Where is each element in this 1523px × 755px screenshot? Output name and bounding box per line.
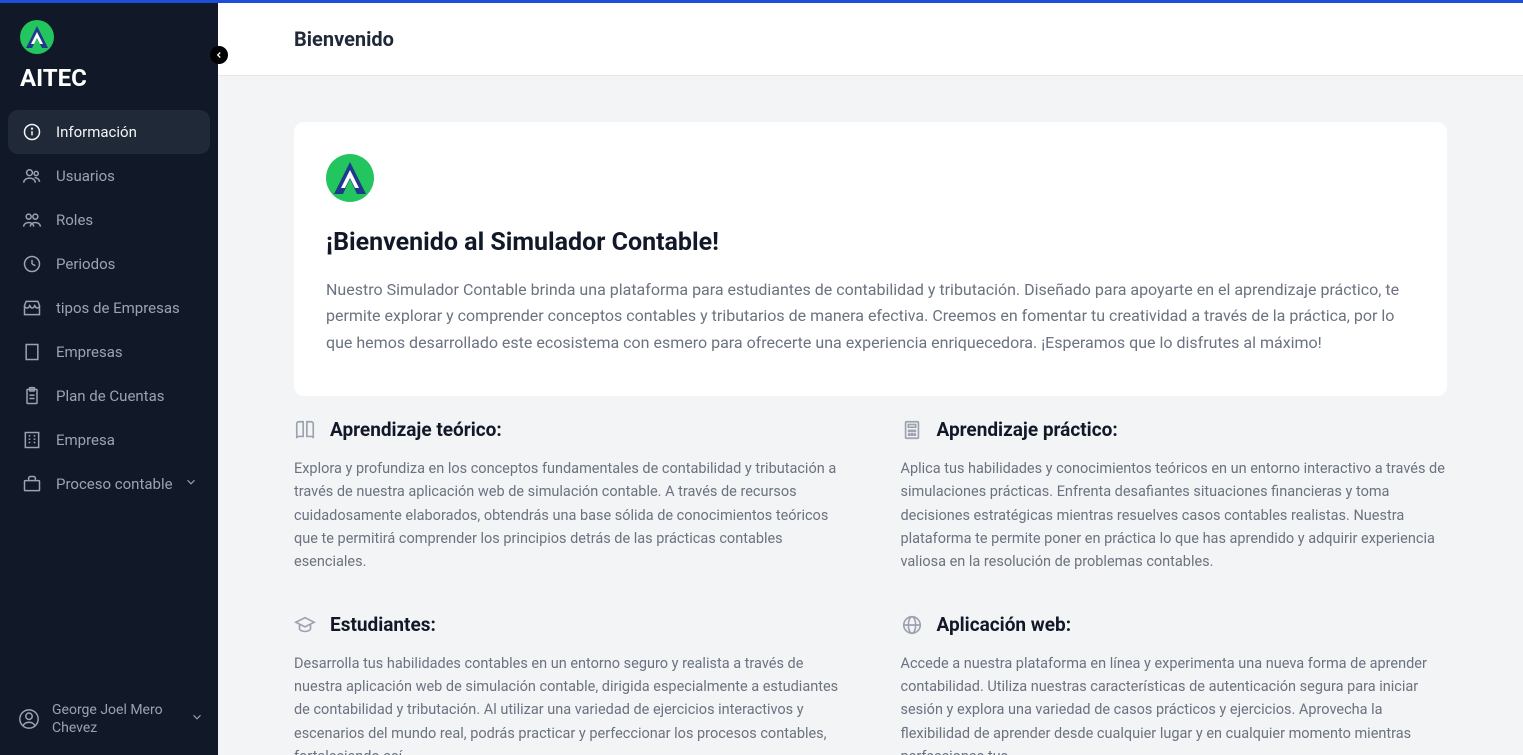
sidebar-item-periodos[interactable]: Periodos	[8, 242, 210, 286]
chevron-down-icon	[190, 710, 204, 728]
logo-icon	[20, 20, 54, 54]
sidebar-item-usuarios[interactable]: Usuarios	[8, 154, 210, 198]
features-grid: Aprendizaje teórico: Explora y profundiz…	[294, 418, 1447, 755]
feature-body: Explora y profundiza en los conceptos fu…	[294, 457, 841, 573]
feature-title: Aprendizaje práctico:	[937, 418, 1118, 441]
sidebar-logo	[0, 0, 218, 64]
store-icon	[22, 298, 42, 318]
sidebar-item-empresa[interactable]: Empresa	[8, 418, 210, 462]
sidebar-item-label: Roles	[56, 211, 93, 229]
graduation-icon	[294, 614, 316, 636]
chevron-down-icon	[184, 475, 198, 493]
sidebar-item-label: Proceso contable	[56, 475, 173, 493]
sidebar-item-label: Usuarios	[56, 167, 115, 185]
sidebar-collapse-button[interactable]	[210, 46, 228, 64]
user-menu[interactable]: George Joel Mero Chevez	[0, 687, 218, 755]
sidebar-item-proceso-contable[interactable]: Proceso contable	[8, 462, 210, 506]
feature-teorico: Aprendizaje teórico: Explora y profundiz…	[294, 418, 841, 573]
feature-estudiantes: Estudiantes: Desarrolla tus habilidades …	[294, 613, 841, 755]
feature-body: Aplica tus habilidades y conocimientos t…	[901, 457, 1448, 573]
feature-body: Desarrolla tus habilidades contables en …	[294, 652, 841, 755]
page-title: Bienvenido	[294, 27, 1447, 51]
sidebar-item-label: Periodos	[56, 255, 115, 273]
sidebar-item-label: Plan de Cuentas	[56, 387, 165, 405]
feature-web: Aplicación web: Accede a nuestra platafo…	[901, 613, 1448, 755]
sidebar-item-label: Empresa	[56, 431, 115, 449]
feature-practico: Aprendizaje práctico: Aplica tus habilid…	[901, 418, 1448, 573]
sidebar-item-empresas[interactable]: Empresas	[8, 330, 210, 374]
clipboard-icon	[22, 386, 42, 406]
calculator-icon	[901, 419, 923, 441]
brand-name: AITEC	[0, 64, 218, 110]
building-icon	[22, 342, 42, 362]
feature-title: Aprendizaje teórico:	[330, 418, 502, 441]
briefcase-icon	[22, 474, 42, 494]
sidebar-item-label: Empresas	[56, 343, 123, 361]
feature-title: Estudiantes:	[330, 613, 436, 636]
users-icon	[22, 166, 42, 186]
sidebar-nav: Información Usuarios Roles Periodos tipo…	[0, 110, 218, 687]
user-circle-icon	[18, 708, 40, 730]
main-area: Bienvenido ¡Bienvenido al Simulador Cont…	[218, 3, 1523, 755]
sidebar-item-tipos-empresas[interactable]: tipos de Empresas	[8, 286, 210, 330]
sidebar-item-label: tipos de Empresas	[56, 299, 180, 317]
book-icon	[294, 419, 316, 441]
clock-icon	[22, 254, 42, 274]
sidebar-item-plan-cuentas[interactable]: Plan de Cuentas	[8, 374, 210, 418]
logo-icon	[326, 154, 374, 202]
feature-title: Aplicación web:	[937, 613, 1072, 636]
page-header: Bienvenido	[218, 3, 1523, 76]
info-icon	[22, 122, 42, 142]
globe-icon	[901, 614, 923, 636]
user-name: George Joel Mero Chevez	[52, 701, 200, 737]
roles-icon	[22, 210, 42, 230]
sidebar-item-informacion[interactable]: Información	[8, 110, 210, 154]
sidebar-item-label: Información	[56, 123, 137, 141]
sidebar-item-roles[interactable]: Roles	[8, 198, 210, 242]
office-icon	[22, 430, 42, 450]
page-content: ¡Bienvenido al Simulador Contable! Nuest…	[218, 76, 1523, 755]
welcome-card: ¡Bienvenido al Simulador Contable! Nuest…	[294, 122, 1447, 396]
sidebar: AITEC Información Usuarios Roles Periodo…	[0, 0, 218, 755]
feature-body: Accede a nuestra plataforma en línea y e…	[901, 652, 1448, 755]
welcome-body: Nuestro Simulador Contable brinda una pl…	[326, 277, 1415, 356]
welcome-heading: ¡Bienvenido al Simulador Contable!	[326, 228, 1415, 257]
top-accent-bar	[0, 0, 1523, 3]
